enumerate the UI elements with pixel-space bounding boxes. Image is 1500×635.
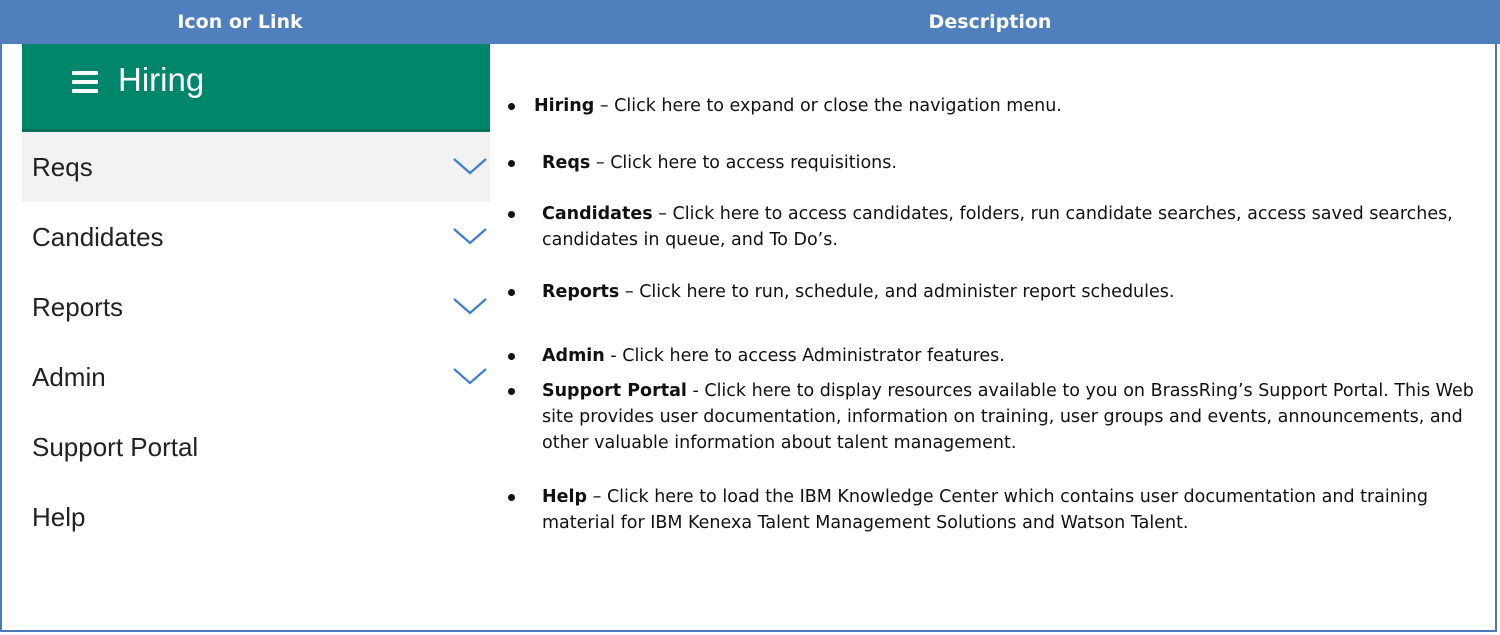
term: Candidates [542, 204, 653, 224]
chevron-down-icon[interactable] [452, 296, 488, 316]
nav-item-help[interactable]: Help [22, 482, 490, 552]
table-header: Icon or Link Description [0, 0, 1500, 44]
definition: Click here to access requisitions. [610, 153, 897, 173]
description-list: Hiring – Click here to expand or close t… [488, 44, 1488, 604]
chevron-down-icon[interactable] [452, 156, 488, 176]
definition: Click here to load the IBM Knowledge Cen… [542, 487, 1428, 533]
definition: Click here to access Administrator featu… [622, 346, 1005, 366]
nav-item-label: Reqs [32, 152, 93, 182]
bullet [508, 388, 515, 395]
term: Help [542, 487, 588, 507]
term: Support Portal [542, 381, 687, 401]
chevron-down-icon[interactable] [452, 366, 488, 386]
term: Reqs [542, 153, 591, 173]
hamburger-icon[interactable] [72, 71, 98, 93]
bullet [508, 160, 515, 167]
bullet [508, 353, 515, 360]
nav-item-admin[interactable]: Admin [22, 342, 490, 412]
definition: Click here to expand or close the naviga… [614, 96, 1062, 116]
term: Reports [542, 282, 620, 302]
nav-item-label: Support Portal [32, 432, 199, 462]
bullet [508, 494, 515, 501]
nav-item-label: Admin [32, 362, 106, 392]
nav-item-support-portal[interactable]: Support Portal [22, 412, 490, 482]
bullet [508, 289, 515, 296]
term: Hiring [534, 96, 595, 116]
bullet [508, 211, 515, 218]
nav-item-label: Reports [32, 292, 124, 322]
nav-item-reqs[interactable]: Reqs [22, 132, 490, 202]
nav-item-reports[interactable]: Reports [22, 272, 490, 342]
nav-item-label: Help [32, 502, 86, 532]
definition: Click here to run, schedule, and adminis… [639, 282, 1175, 302]
nav-item-candidates[interactable]: Candidates [22, 202, 490, 272]
bullet [508, 103, 515, 110]
definition: Click here to access candidates, folders… [542, 204, 1453, 250]
column-header-description: Description [928, 11, 1052, 33]
hiring-menu-title[interactable]: Hiring [118, 60, 204, 100]
term: Admin [542, 346, 605, 366]
nav-item-label: Candidates [32, 222, 164, 252]
chevron-down-icon[interactable] [452, 226, 488, 246]
hiring-menu-header[interactable]: Hiring [22, 44, 490, 132]
hiring-navigation-menu: Hiring Reqs Candidates Reports Admin Sup… [22, 44, 490, 548]
column-header-icon-or-link: Icon or Link [177, 11, 303, 33]
